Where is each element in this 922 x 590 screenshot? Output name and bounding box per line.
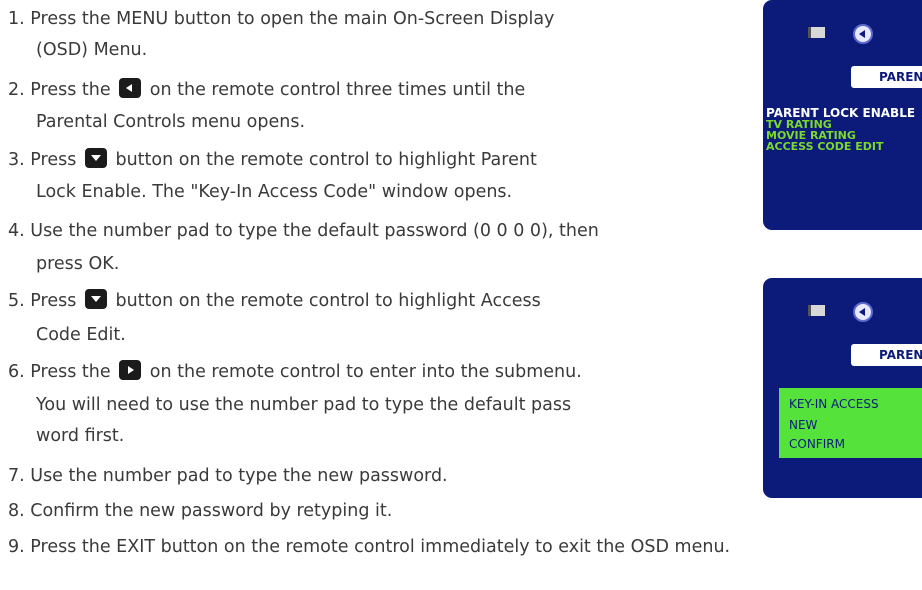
step-2-line-2: Parental Controls menu opens. (36, 112, 306, 132)
step-5-post: button on the remote control to highligh… (115, 291, 541, 311)
step-5-line-2: Code Edit. (36, 325, 126, 345)
step-1-line-2: (OSD) Menu. (36, 40, 148, 60)
parental-tab: PARENTAL (851, 344, 922, 366)
camera-icon (808, 305, 825, 316)
step-6-line-3: word first. (36, 426, 125, 446)
step-2-post: on the remote control three times until … (149, 80, 526, 100)
step-3-line-1: 3. Press button on the remote control to… (8, 148, 537, 172)
osd-parental-menu-screenshot: PARENTAL PARENT LOCK ENABLE TV RATING MO… (763, 0, 922, 230)
step-8: 8. Confirm the new password by retyping … (8, 501, 393, 521)
step-3-pre: 3. Press (8, 150, 77, 170)
left-arrow-button-icon (119, 78, 142, 98)
osd-key-in-access-label: KEY-IN ACCESS (789, 397, 879, 411)
osd-new-label: NEW (789, 418, 818, 432)
camera-icon (808, 27, 825, 38)
osd-access-code-screenshot: PARENTAL KEY-IN ACCESS NEW CONFIRM (763, 278, 922, 498)
step-4-line-2: press OK. (36, 254, 120, 274)
right-arrow-button-icon (119, 360, 142, 380)
step-2-pre: 2. Press the (8, 80, 111, 100)
step-9: 9. Press the EXIT button on the remote c… (8, 537, 731, 557)
step-3-post: button on the remote control to highligh… (115, 150, 537, 170)
step-3-line-2: Lock Enable. The "Key-In Access Code" wi… (36, 182, 513, 202)
step-1-line-1: 1. Press the MENU button to open the mai… (8, 9, 555, 29)
step-5-pre: 5. Press (8, 291, 77, 311)
down-arrow-button-icon (84, 148, 107, 168)
step-6-line-2: You will need to use the number pad to t… (36, 395, 572, 415)
step-6-post: on the remote control to enter into the … (149, 362, 582, 382)
step-6-pre: 6. Press the (8, 362, 111, 382)
osd-confirm-label: CONFIRM (789, 437, 845, 451)
speaker-icon (853, 302, 873, 322)
down-arrow-button-icon (84, 289, 107, 309)
step-4-line-1: 4. Use the number pad to type the defaul… (8, 221, 599, 241)
step-2-line-1: 2. Press the on the remote control three… (8, 78, 525, 102)
access-code-panel: KEY-IN ACCESS NEW CONFIRM (779, 388, 922, 458)
speaker-icon (853, 24, 873, 44)
step-7: 7. Use the number pad to type the new pa… (8, 466, 448, 486)
osd-item-access-code-edit: ACCESS CODE EDIT (766, 140, 884, 153)
step-6-line-1: 6. Press the on the remote control to en… (8, 360, 582, 384)
parental-tab: PARENTAL (851, 66, 922, 88)
step-5-line-1: 5. Press button on the remote control to… (8, 289, 541, 313)
